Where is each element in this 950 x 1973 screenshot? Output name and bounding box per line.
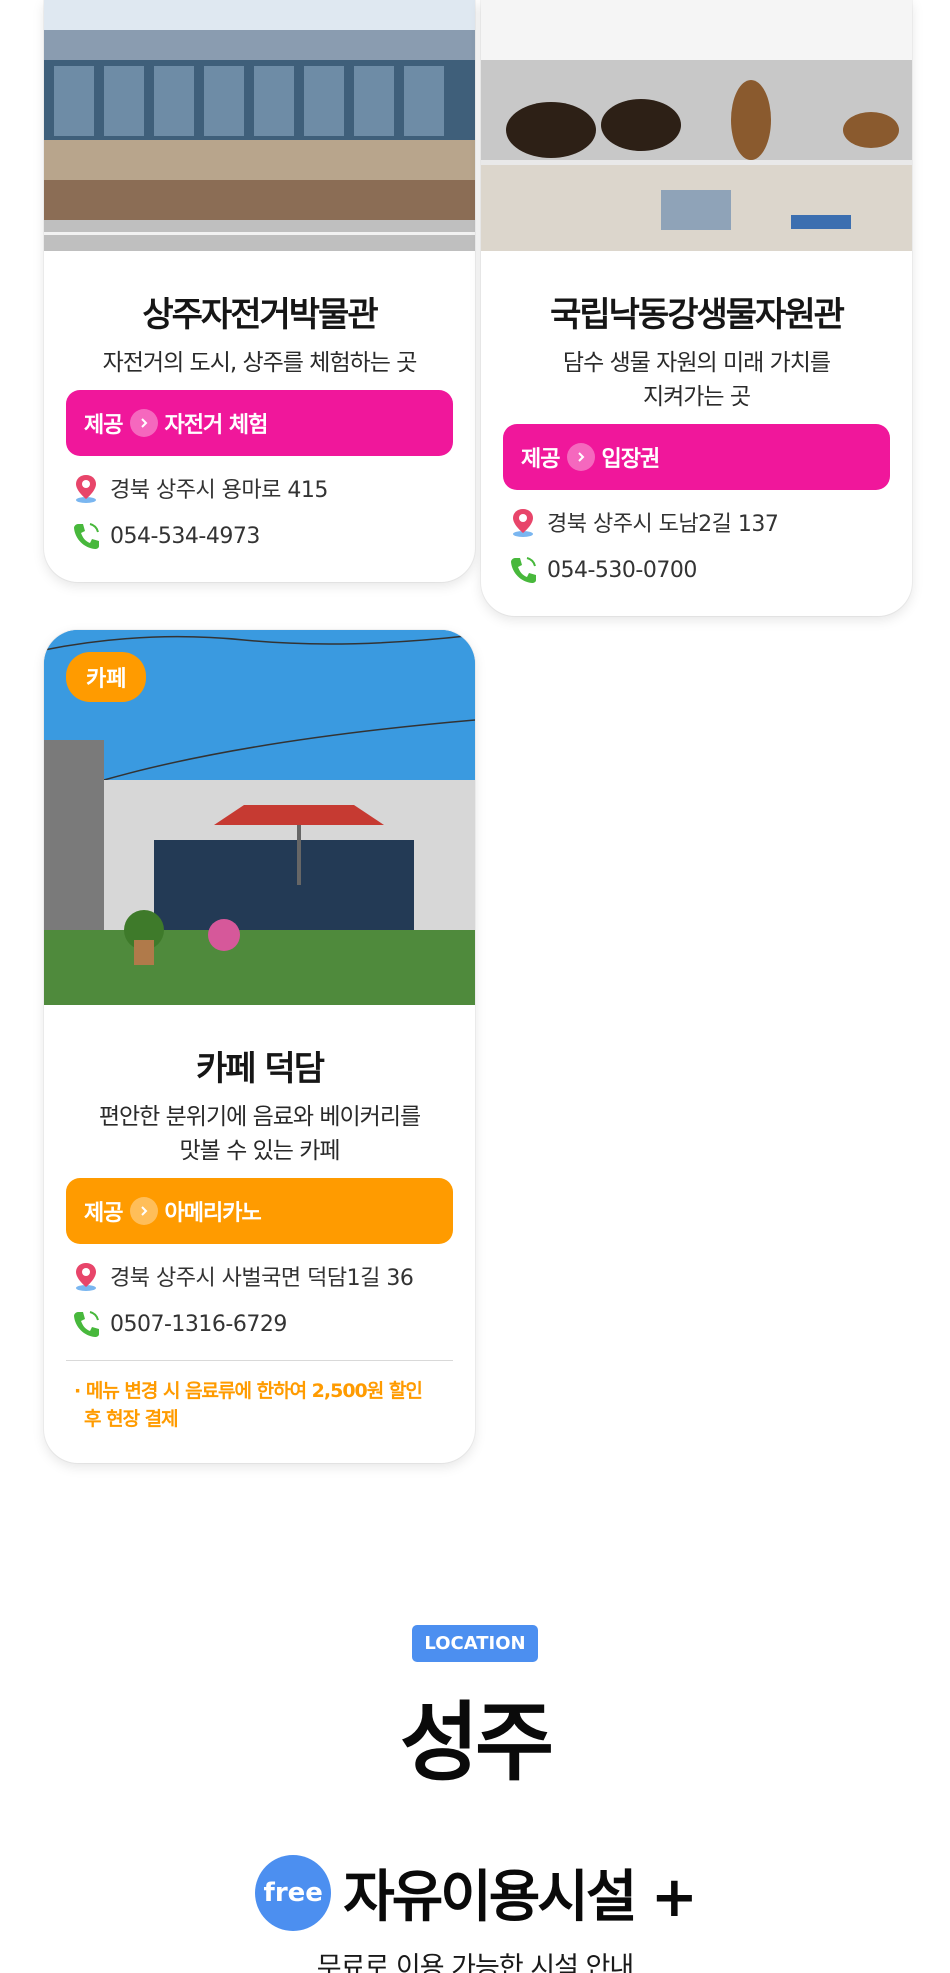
phone-row[interactable]: 0507-1316-6729 <box>66 1308 453 1340</box>
divider <box>66 1360 453 1361</box>
location-tag: LOCATION <box>412 1625 538 1662</box>
address-row: 경북 상주시 용마로 415 <box>66 472 453 504</box>
place-title: 카페 덕담 <box>196 1049 325 1089</box>
free-facilities-title: 자유이용시설 + <box>343 1865 698 1930</box>
location-pin-icon <box>507 506 539 538</box>
place-title: 상주자전거박물관 <box>142 295 378 335</box>
place-photo <box>44 0 475 251</box>
discount-note: · 메뉴 변경 시 음료류에 한하여 2,500원 할인 후 현장 결제 <box>74 1380 423 1430</box>
free-facilities-section: free 자유이용시설 + 무료로 이용 가능한 시설 안내 <box>0 1852 950 1973</box>
place-photo <box>481 0 912 251</box>
category-badge: 카페 <box>66 652 147 702</box>
phone-icon <box>70 1308 102 1340</box>
offer-item: 입장권 <box>601 447 660 472</box>
location-pin-icon <box>70 472 102 504</box>
address-row: 경북 상주시 도남2길 137 <box>503 506 890 538</box>
offer-banner[interactable]: 제공 아메리카노 <box>66 1178 453 1244</box>
free-badge: free <box>255 1854 332 1931</box>
chevron-right-icon <box>130 409 159 437</box>
place-description: 담수 생물 자원의 미래 가치를 지켜가는 곳 <box>562 350 831 410</box>
location-section: LOCATION 성주 <box>0 1625 950 1797</box>
phone-icon <box>70 520 102 552</box>
free-facilities-subtitle: 무료로 이용 가능한 시설 안내 <box>316 1952 634 1973</box>
phone-row[interactable]: 054-534-4973 <box>66 520 453 552</box>
offer-item: 자전거 체험 <box>164 413 268 438</box>
place-card-cafe-deokdam[interactable]: 카페 카페 덕담 편안한 분위기에 음료와 베이커리를 맛볼 수 있는 카페 제… <box>44 630 475 1463</box>
address-text: 경북 상주시 사벌국면 덕담1길 36 <box>110 1266 414 1291</box>
phone-row[interactable]: 054-530-0700 <box>503 554 890 586</box>
location-pin-icon <box>70 1260 102 1292</box>
phone-icon <box>507 554 539 586</box>
place-photo: 카페 <box>44 630 475 1005</box>
address-text: 경북 상주시 용마로 415 <box>110 478 328 503</box>
phone-text: 054-530-0700 <box>547 557 697 583</box>
offer-prefix: 제공 <box>84 1201 123 1226</box>
offer-prefix: 제공 <box>84 413 123 438</box>
place-card-biological-resources[interactable]: 국립낙동강생물자원관 담수 생물 자원의 미래 가치를 지켜가는 곳 제공 입장… <box>481 0 912 616</box>
free-facilities-header: free 자유이용시설 + <box>0 1852 950 1933</box>
place-card-bicycle-museum[interactable]: 상주자전거박물관 자전거의 도시, 상주를 체험하는 곳 제공 자전거 체험 경… <box>44 0 475 582</box>
phone-text: 0507-1316-6729 <box>110 1311 287 1337</box>
offer-banner[interactable]: 제공 입장권 <box>503 424 890 490</box>
offer-item: 아메리카노 <box>164 1201 261 1226</box>
address-row: 경북 상주시 사벌국면 덕담1길 36 <box>66 1260 453 1292</box>
place-description: 편안한 분위기에 음료와 베이커리를 맛볼 수 있는 카페 <box>98 1104 421 1164</box>
phone-text: 054-534-4973 <box>110 523 260 549</box>
chevron-right-icon <box>130 1197 159 1225</box>
offer-prefix: 제공 <box>521 447 560 472</box>
offer-banner[interactable]: 제공 자전거 체험 <box>66 390 453 456</box>
chevron-right-icon <box>567 443 596 471</box>
location-title: 성주 <box>399 1693 554 1793</box>
place-description: 자전거의 도시, 상주를 체험하는 곳 <box>102 350 418 376</box>
address-text: 경북 상주시 도남2길 137 <box>547 512 779 537</box>
place-title: 국립낙동강생물자원관 <box>550 295 845 335</box>
